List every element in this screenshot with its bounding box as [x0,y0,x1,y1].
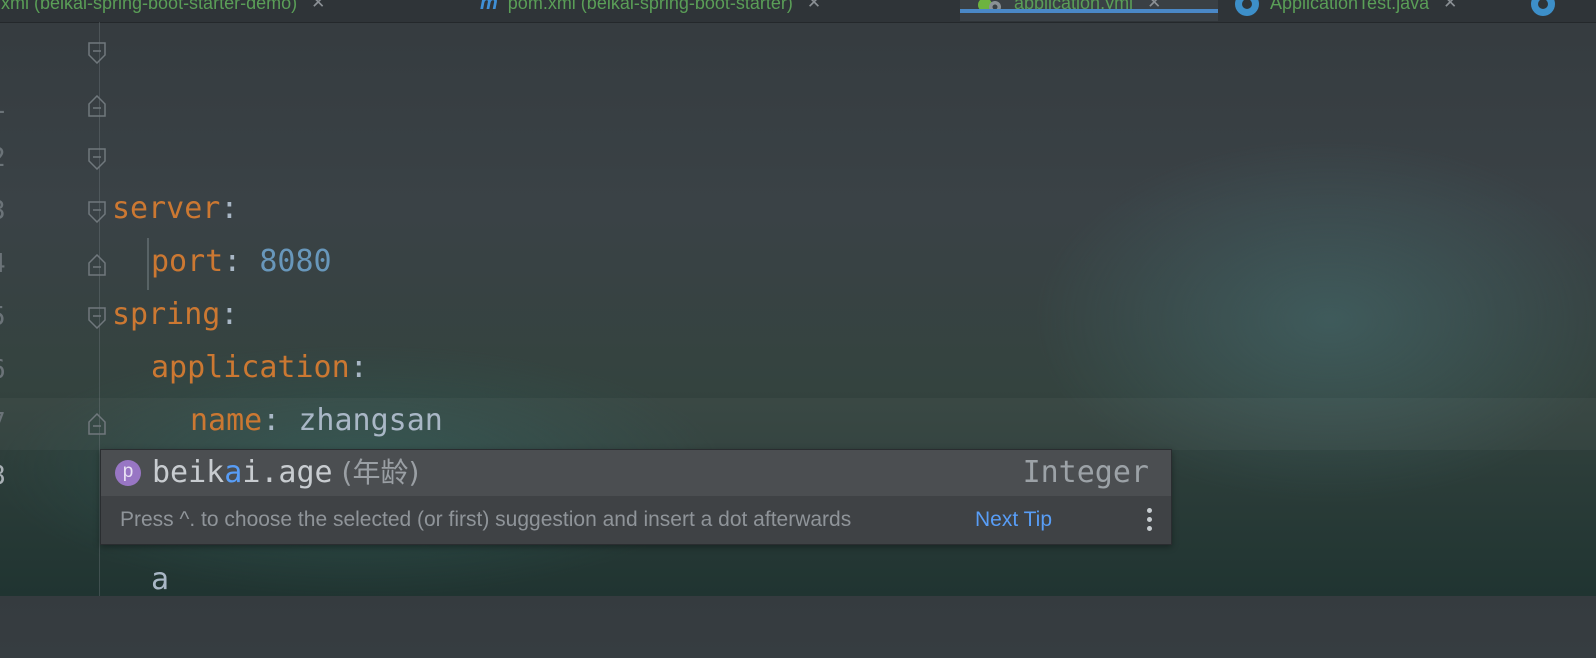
completion-match: a [224,455,243,490]
code-line: 4 application: [0,186,368,385]
code-line: 6 beikai: [0,292,238,491]
code-line: 3 spring: [0,133,238,332]
yaml-separator: : [220,297,239,332]
completion-footer: Press ^. to choose the selected (or firs… [101,496,1171,544]
completion-tip: Press ^. to choose the selected (or firs… [120,508,852,531]
tab-label: ApplicationTest.java [1270,0,1430,13]
yaml-separator: : [220,191,239,226]
yaml-key: port [151,244,224,279]
yaml-key: spring [112,297,221,332]
fold-end-icon[interactable] [88,95,106,117]
completion-text: beikai.age (年龄) [152,450,419,496]
tab-starter-pom[interactable]: m pom.xml (beikai-spring-boot-starter) ✕ [480,0,821,21]
fold-icon[interactable] [88,148,106,170]
maven-icon: m [480,0,498,14]
active-tab-indicator [960,9,1218,13]
yaml-key: name [190,403,263,438]
tab-demo-pom[interactable]: .xml (beikai-spring-boot-starter-demo) ✕ [0,0,325,21]
tab-label: pom.xml (beikai-spring-boot-starter) [507,0,793,13]
java-class-icon [1234,0,1260,23]
close-icon[interactable]: ✕ [1443,0,1457,15]
line-number: 8 [0,450,20,502]
code-line: 5 name: zhangsan [0,239,443,438]
tab-application-yml[interactable]: application.yml ✕ [960,0,1218,21]
yaml-value: zhangsan [298,403,443,438]
fold-icon[interactable] [88,201,106,223]
indent-guide [147,238,149,290]
close-icon[interactable]: ✕ [311,0,325,15]
code-line: 2 port: 8080 [0,80,332,279]
more-options-icon[interactable] [1147,508,1153,534]
code-line: 7 name: 杭州 [0,345,319,492]
yaml-separator: : [223,244,260,279]
tab-overflow[interactable] [1530,0,1566,21]
tab-label: .xml (beikai-spring-boot-starter-demo) [0,0,298,13]
fold-end-icon[interactable] [88,413,106,435]
editor-tab-bar: .xml (beikai-spring-boot-starter-demo) ✕ … [0,0,1596,23]
fold-end-icon[interactable] [88,254,106,276]
fold-icon[interactable] [88,42,106,64]
code-line-current: 8 a [0,398,169,597]
tab-application-test[interactable]: ApplicationTest.java ✕ [1234,0,1457,21]
yaml-value: 8080 [259,244,332,279]
completion-suffix: i.age [242,455,333,490]
completion-hint: (年龄) [332,456,420,489]
yaml-key: server [112,191,221,226]
completion-item[interactable]: p beikai.age (年龄) Integer [101,450,1171,496]
yaml-separator: : [262,403,299,438]
java-class-icon [1530,0,1556,23]
close-icon[interactable]: ✕ [807,0,821,15]
completion-type: Integer [1022,455,1149,490]
property-icon: p [115,460,141,486]
next-tip-link[interactable]: Next Tip [975,496,1052,544]
code-line: 1 server: [0,27,238,226]
yaml-key: application [151,350,350,385]
yaml-separator: : [349,350,368,385]
code-completion-popup: p beikai.age (年龄) Integer Press ^. to ch… [100,449,1172,545]
completion-prefix: beik [152,455,225,490]
fold-icon[interactable] [88,307,106,329]
typed-text: a [151,562,170,597]
